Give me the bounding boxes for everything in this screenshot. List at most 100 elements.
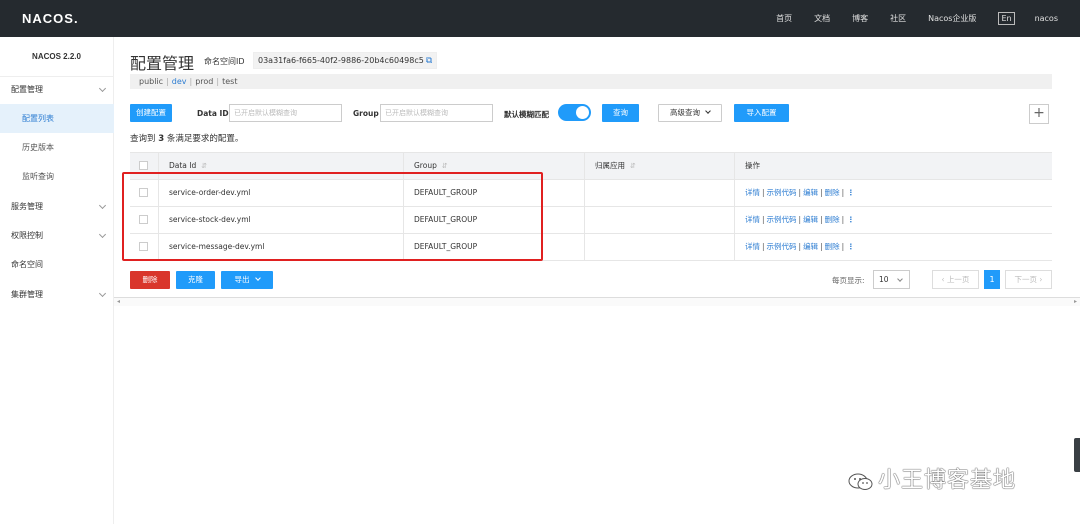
cell-ops: 详情 | 示例代码 | 编辑 | 删除 | ⋮ xyxy=(734,180,1052,206)
sample-code-link[interactable]: 示例代码 xyxy=(767,188,797,197)
namespace-tab-prod[interactable]: prod xyxy=(195,77,213,86)
namespace-tab-test[interactable]: test xyxy=(222,77,237,86)
page-size-value: 10 xyxy=(879,275,889,284)
version-label: NACOS 2.2.0 xyxy=(0,37,113,77)
edit-link[interactable]: 编辑 xyxy=(803,215,818,224)
top-nav: 首页 文档 博客 社区 Nacos企业版 En nacos xyxy=(776,0,1080,37)
prev-label: 上一页 xyxy=(946,275,970,284)
edit-link[interactable]: 编辑 xyxy=(803,242,818,251)
edit-link[interactable]: 编辑 xyxy=(803,188,818,197)
red-highlight-box xyxy=(122,172,543,261)
query-button[interactable]: 查询 xyxy=(602,104,639,122)
delete-link[interactable]: 删除 xyxy=(825,242,840,251)
nav-community[interactable]: 社区 xyxy=(890,13,906,24)
sidebar-item-config-management[interactable]: 配置管理 xyxy=(0,75,114,104)
scroll-right-icon[interactable]: ▸ xyxy=(1074,298,1077,305)
sort-icon[interactable]: ⇵ xyxy=(201,162,207,170)
delete-link[interactable]: 删除 xyxy=(825,188,840,197)
sidebar-item-namespace[interactable]: 命名空间 xyxy=(0,250,114,279)
sidebar-item-config-list[interactable]: 配置列表 xyxy=(0,104,114,133)
fuzzy-match-toggle[interactable] xyxy=(558,104,591,121)
delete-link[interactable]: 删除 xyxy=(825,215,840,224)
more-icon[interactable]: ⋮ xyxy=(847,242,855,251)
detail-link[interactable]: 详情 xyxy=(745,242,760,251)
import-config-button[interactable]: 导入配置 xyxy=(734,104,789,122)
sidebar-item-label: 集群管理 xyxy=(11,290,43,299)
cell-ops: 详情 | 示例代码 | 编辑 | 删除 | ⋮ xyxy=(734,207,1052,233)
namespace-id-label: 命名空间ID xyxy=(204,57,245,66)
sidebar-item-access-control[interactable]: 权限控制 xyxy=(0,221,114,250)
header-label: Group xyxy=(414,161,437,170)
separator: | xyxy=(189,77,193,86)
header-label: 归属应用 xyxy=(595,161,625,170)
create-config-button[interactable]: 创建配置 xyxy=(130,104,172,122)
sidebar-item-service-management[interactable]: 服务管理 xyxy=(0,192,114,221)
side-drawer-tab[interactable] xyxy=(1074,438,1080,472)
cell-app xyxy=(584,234,734,260)
sidebar-item-label: 权限控制 xyxy=(11,231,43,240)
scroll-left-icon[interactable]: ◂ xyxy=(117,298,120,305)
next-page-button[interactable]: 下一页 › xyxy=(1005,270,1052,289)
prev-page-button[interactable]: ‹ 上一页 xyxy=(932,270,979,289)
header-label: 操作 xyxy=(745,161,760,170)
page-title: 配置管理 xyxy=(130,54,195,73)
sidebar-item-label: 服务管理 xyxy=(11,202,43,211)
nav-home[interactable]: 首页 xyxy=(776,13,792,24)
sidebar-item-cluster-management[interactable]: 集群管理 xyxy=(0,280,114,309)
more-icon[interactable]: ⋮ xyxy=(847,188,855,197)
language-switch[interactable]: En xyxy=(998,12,1015,25)
detail-link[interactable]: 详情 xyxy=(745,215,760,224)
sidebar-item-label: 命名空间 xyxy=(11,260,43,269)
chevron-down-icon xyxy=(98,201,107,210)
namespace-id-value: 03a31fa6-f665-40f2-9886-20b4c60498c5 ⧉ xyxy=(253,52,438,69)
nacos-logo[interactable]: NACOS. xyxy=(22,11,79,26)
clone-button[interactable]: 克隆 xyxy=(176,271,215,289)
toggle-knob xyxy=(576,106,589,119)
page-size-label: 每页显示: xyxy=(832,276,865,285)
sidebar-item-listener-query[interactable]: 监听查询 xyxy=(0,162,114,191)
more-icon[interactable]: ⋮ xyxy=(847,215,855,224)
delete-button[interactable]: 删除 xyxy=(130,271,170,289)
chevron-down-icon xyxy=(254,275,261,281)
advanced-query-button[interactable]: 高级查询 xyxy=(658,104,722,122)
copy-icon[interactable]: ⧉ xyxy=(426,56,432,66)
sidebar-item-label: 配置列表 xyxy=(22,114,54,123)
next-label: 下一页 xyxy=(1014,275,1038,284)
add-icon[interactable]: + xyxy=(1029,104,1049,124)
select-all-checkbox[interactable] xyxy=(139,161,148,170)
namespace-tab-dev[interactable]: dev xyxy=(172,77,187,86)
watermark: 小王博客基地 xyxy=(848,462,1016,494)
export-button[interactable]: 导出 xyxy=(221,271,273,289)
sample-code-link[interactable]: 示例代码 xyxy=(767,215,797,224)
watermark-text: 小王博客基地 xyxy=(878,468,1017,493)
nav-enterprise[interactable]: Nacos企业版 xyxy=(928,13,976,24)
dataid-input[interactable]: 已开启默认模糊查询 xyxy=(229,104,342,122)
header-app[interactable]: 归属应用 ⇵ xyxy=(584,153,734,179)
namespace-tab-public[interactable]: public xyxy=(139,77,163,86)
user-menu[interactable]: nacos xyxy=(1035,14,1058,23)
header-ops: 操作 xyxy=(734,153,1052,179)
summary-suffix: 条满足要求的配置。 xyxy=(166,134,244,144)
nav-docs[interactable]: 文档 xyxy=(814,13,830,24)
result-count: 3 xyxy=(158,134,165,144)
main-content: 配置管理 命名空间ID 03a31fa6-f665-40f2-9886-20b4… xyxy=(114,37,1080,524)
chevron-down-icon xyxy=(98,289,107,298)
sidebar-item-label: 监听查询 xyxy=(22,172,54,181)
sidebar-item-label: 配置管理 xyxy=(11,85,43,94)
header-label: Data Id xyxy=(169,161,197,170)
sample-code-link[interactable]: 示例代码 xyxy=(767,242,797,251)
chevron-down-icon xyxy=(98,84,107,93)
sidebar-item-history[interactable]: 历史版本 xyxy=(0,133,114,162)
top-navbar: NACOS. 首页 文档 博客 社区 Nacos企业版 En nacos xyxy=(0,0,1080,37)
page-size-select[interactable]: 10 xyxy=(873,270,910,289)
namespace-id-text: 03a31fa6-f665-40f2-9886-20b4c60498c5 xyxy=(258,56,424,65)
nav-blog[interactable]: 博客 xyxy=(852,13,868,24)
detail-link[interactable]: 详情 xyxy=(745,188,760,197)
horizontal-scrollbar[interactable]: ◂ ▸ xyxy=(114,297,1080,306)
sort-icon[interactable]: ⇵ xyxy=(630,162,636,170)
sort-icon[interactable]: ⇵ xyxy=(442,162,448,170)
page-number-current[interactable]: 1 xyxy=(984,270,1000,289)
namespace-tabs: public | dev | prod | test xyxy=(130,74,1052,89)
group-input[interactable]: 已开启默认模糊查询 xyxy=(380,104,493,122)
export-label: 导出 xyxy=(234,275,250,284)
